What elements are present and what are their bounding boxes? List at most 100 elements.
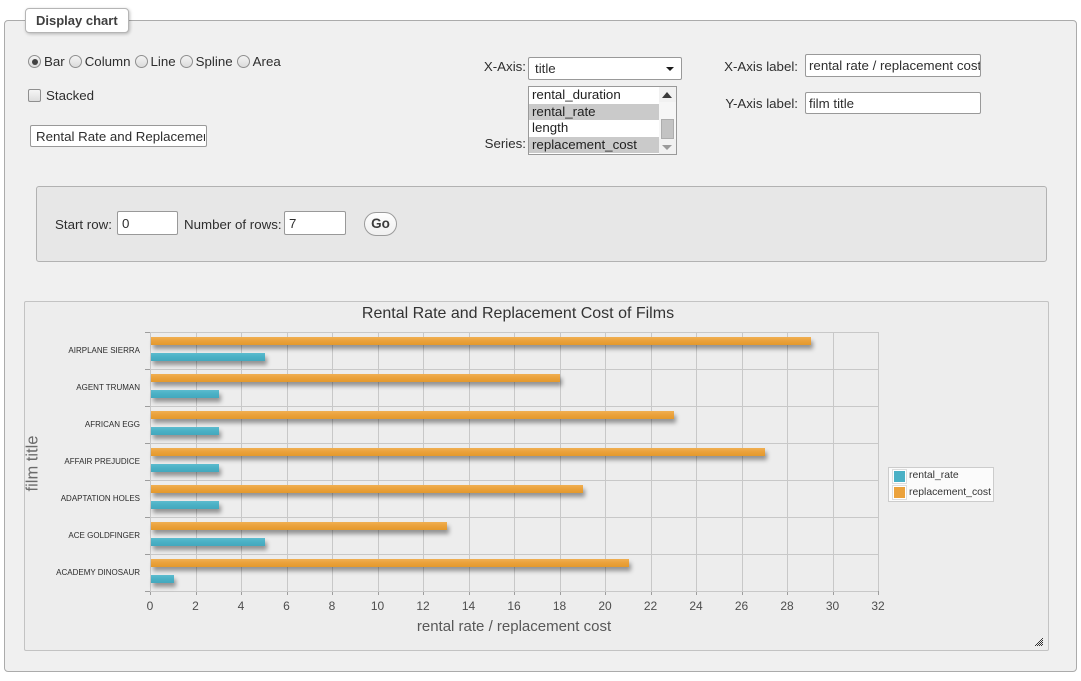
gridline-v (514, 332, 515, 591)
gridline-v (150, 332, 151, 591)
y-axis-label-field-label: Y-Axis label: (698, 96, 798, 111)
gridline-v (423, 332, 424, 591)
radio-bar[interactable] (28, 55, 41, 68)
gridline-v (833, 332, 834, 591)
number-of-rows-input[interactable] (284, 211, 346, 235)
chart-title-input[interactable] (30, 125, 207, 147)
radio-line[interactable] (135, 55, 148, 68)
gridline-v (196, 332, 197, 591)
series-option-rental_rate[interactable]: rental_rate (529, 104, 659, 121)
stacked-label: Stacked (46, 88, 94, 103)
series-option-rental_duration[interactable]: rental_duration (529, 87, 659, 104)
x-tick-label: 24 (681, 600, 711, 612)
gridline-h (150, 443, 878, 444)
gridline-h (150, 332, 878, 333)
bar-rental_rate[interactable] (151, 575, 174, 583)
y-tick (145, 591, 150, 592)
bar-replacement_cost[interactable] (151, 411, 674, 419)
y-tick (145, 554, 150, 555)
x-axis-label-field-label: X-Axis label: (698, 59, 798, 74)
gridline-v (241, 332, 242, 591)
bar-replacement_cost[interactable] (151, 448, 765, 456)
number-of-rows-label: Number of rows: (184, 217, 282, 232)
x-tick-label: 20 (590, 600, 620, 612)
gridline-h (150, 554, 878, 555)
scrollbar-down-icon[interactable] (659, 139, 676, 154)
start-row-input[interactable] (117, 211, 178, 235)
gridline-h (150, 517, 878, 518)
y-axis-label-input[interactable] (805, 92, 981, 114)
fieldset-legend: Display chart (25, 8, 129, 33)
gridline-v (742, 332, 743, 591)
bar-replacement_cost[interactable] (151, 337, 811, 345)
category-label: ACE GOLDFINGER (36, 531, 140, 540)
radio-spline[interactable] (180, 55, 193, 68)
bar-rental_rate[interactable] (151, 390, 219, 398)
gridline-h (150, 369, 878, 370)
x-axis-label-input[interactable] (805, 54, 981, 77)
y-tick (145, 369, 150, 370)
radio-spline-label: Spline (196, 54, 233, 69)
bar-replacement_cost[interactable] (151, 522, 447, 530)
series-option-replacement_cost[interactable]: replacement_cost (529, 137, 659, 154)
radio-column[interactable] (69, 55, 82, 68)
gridline-v (332, 332, 333, 591)
x-tick-label: 26 (727, 600, 757, 612)
radio-bar-label: Bar (44, 54, 65, 69)
x-tick-label: 10 (363, 600, 393, 612)
x-tick-label: 12 (408, 600, 438, 612)
bar-rental_rate[interactable] (151, 501, 219, 509)
bar-replacement_cost[interactable] (151, 374, 560, 382)
x-tick-label: 32 (863, 600, 893, 612)
radio-line-label: Line (151, 54, 176, 69)
x-tick-label: 16 (499, 600, 529, 612)
x-axis-label: X-Axis: (426, 59, 526, 74)
gridline-h (150, 480, 878, 481)
resize-handle-icon[interactable] (1035, 638, 1043, 646)
legend-item-replacement_cost[interactable]: replacement_cost (893, 486, 991, 499)
legend-label: replacement_cost (909, 487, 991, 499)
category-label: ACADEMY DINOSAUR (36, 568, 140, 577)
x-tick-label: 2 (181, 600, 211, 612)
gridline-v (378, 332, 379, 591)
scrollbar-up-icon[interactable] (659, 87, 676, 102)
chart-x-axis-title: rental rate / replacement cost (314, 618, 714, 635)
y-tick (145, 406, 150, 407)
x-tick-label: 22 (636, 600, 666, 612)
x-tick-label: 6 (272, 600, 302, 612)
series-multiselect[interactable]: rental_durationrental_ratelengthreplacem… (528, 86, 677, 155)
series-scrollbar[interactable] (659, 87, 676, 154)
scrollbar-thumb[interactable] (661, 119, 674, 139)
gridline-v (287, 332, 288, 591)
bar-rental_rate[interactable] (151, 427, 219, 435)
x-tick-label: 14 (454, 600, 484, 612)
start-row-label: Start row: (55, 217, 112, 232)
x-axis-selected-value: title (535, 61, 556, 76)
gridline-v (469, 332, 470, 591)
gridline-h (150, 591, 878, 592)
series-option-length[interactable]: length (529, 120, 659, 137)
stacked-row: Stacked (28, 88, 94, 103)
bar-replacement_cost[interactable] (151, 559, 629, 567)
gridline-v (560, 332, 561, 591)
legend-swatch-icon (893, 470, 906, 483)
y-tick (145, 480, 150, 481)
chart-type-radio-group: Bar Column Line Spline Area (28, 54, 285, 69)
x-tick-label: 0 (135, 600, 165, 612)
x-tick-label: 30 (818, 600, 848, 612)
bar-replacement_cost[interactable] (151, 485, 583, 493)
gridline-v (651, 332, 652, 591)
bar-rental_rate[interactable] (151, 353, 265, 361)
stacked-checkbox[interactable] (28, 89, 41, 102)
bar-rental_rate[interactable] (151, 464, 219, 472)
bar-rental_rate[interactable] (151, 538, 265, 546)
series-label: Series: (426, 136, 526, 151)
category-label: AFRICAN EGG (36, 420, 140, 429)
category-label: AIRPLANE SIERRA (36, 346, 140, 355)
radio-area[interactable] (237, 55, 250, 68)
legend-item-rental_rate[interactable]: rental_rate (893, 470, 959, 483)
chart-legend: rental_rate replacement_cost (888, 467, 994, 502)
go-button[interactable]: Go (364, 212, 397, 236)
x-axis-select[interactable]: title (528, 57, 682, 80)
y-tick (145, 443, 150, 444)
